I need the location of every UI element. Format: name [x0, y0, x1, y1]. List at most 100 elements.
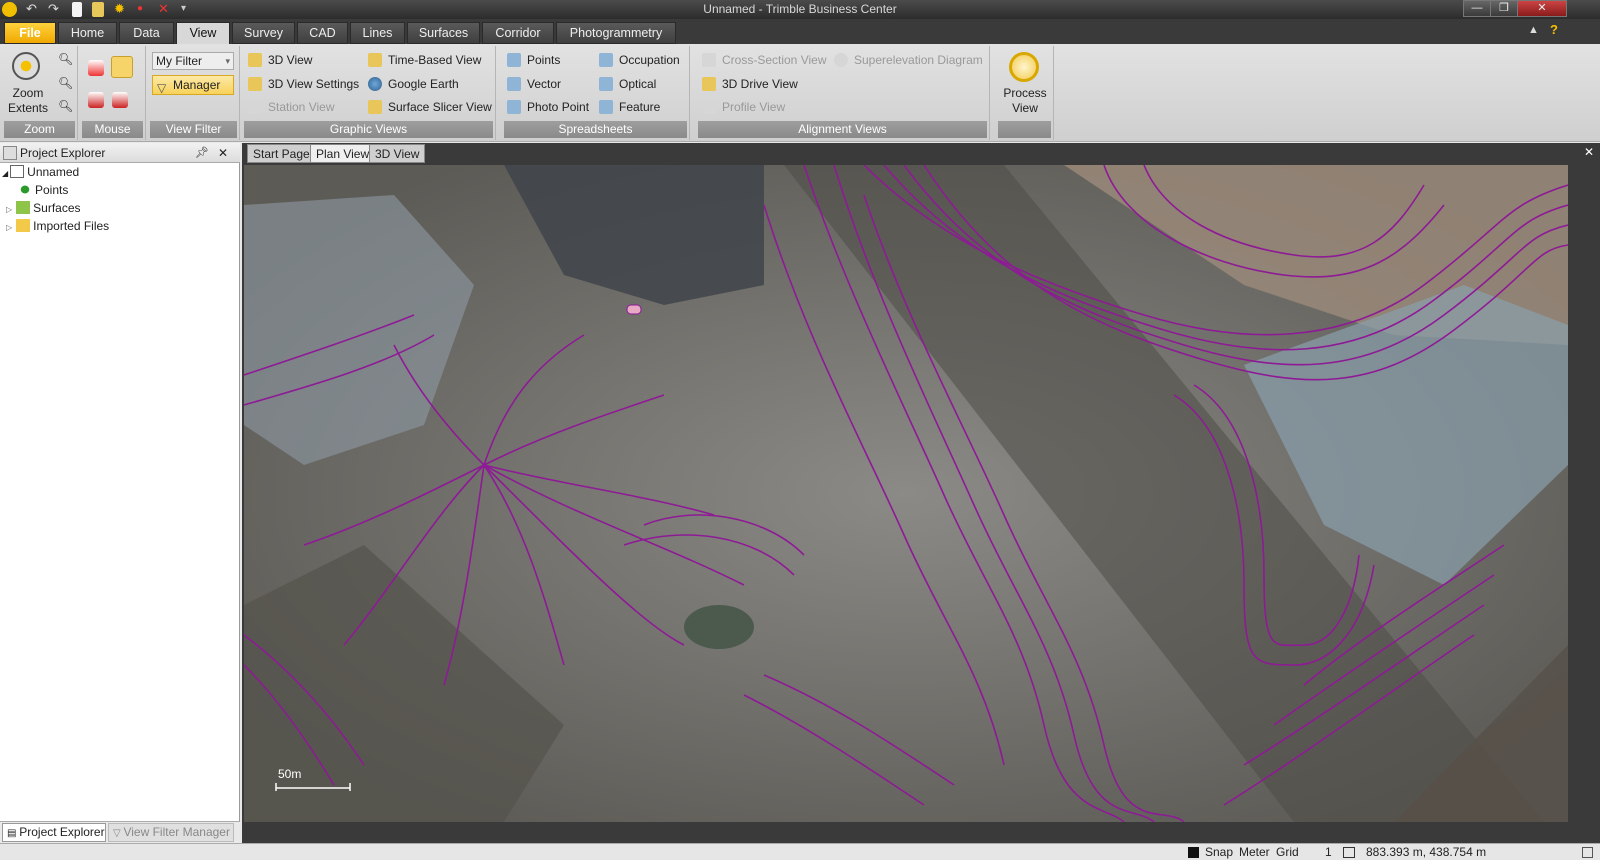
globe-icon [368, 77, 382, 91]
tree-label: Unnamed [27, 165, 80, 179]
superelevation-diagram-button[interactable]: Superelevation Diagram [834, 50, 983, 70]
project-explorer-header: Project Explorer 📌︎ ✕ [0, 143, 240, 163]
folder-icon [16, 219, 31, 232]
3d-settings-icon [248, 77, 262, 91]
coordinate-system-icon[interactable] [1343, 847, 1355, 858]
zoom-group-label: Zoom [4, 121, 75, 138]
project-explorer-icon [3, 146, 17, 160]
vector-spreadsheet-button[interactable]: Vector [507, 74, 561, 94]
project-explorer-title: Project Explorer [20, 146, 106, 160]
zoom-extents-button[interactable]: Zoom Extents [6, 86, 50, 116]
process-view-group: Process View [996, 46, 1054, 140]
tab-home[interactable]: Home [58, 22, 117, 44]
vehicle-marker [626, 304, 642, 315]
zoom-out-icon[interactable]: 🔍︎ [58, 76, 73, 90]
minimize-button[interactable]: — [1463, 0, 1491, 17]
view-filter-group: My Filter ▾ ▽ Manager View Filter [148, 46, 240, 140]
tab-3d-view[interactable]: 3D View [369, 144, 426, 163]
label: Profile View [722, 100, 786, 114]
photo-point-spreadsheet-button[interactable]: Photo Point [507, 97, 589, 117]
pan-mouse-icon[interactable] [111, 56, 133, 78]
spreadsheets-group-label: Spreadsheets [504, 121, 687, 138]
points-spreadsheet-button[interactable]: Points [507, 50, 560, 70]
pin-icon[interactable]: 📌︎ [195, 143, 209, 163]
process-view-icon[interactable] [1009, 52, 1039, 82]
document-area: Start Page Plan View 3D View ✕ 50m [242, 143, 1600, 843]
tab-data[interactable]: Data [119, 22, 174, 44]
feature-spreadsheet-button[interactable]: Feature [599, 97, 660, 117]
snap-toggle[interactable]: Snap [1205, 845, 1233, 860]
tree-label: Surfaces [33, 201, 81, 215]
collapse-triangle-icon[interactable]: ◢ [2, 169, 8, 178]
optical-spreadsheet-button[interactable]: Optical [599, 74, 656, 94]
label: Points [527, 53, 561, 67]
help-icon[interactable]: ? [1550, 22, 1558, 37]
select-mouse-icon[interactable] [88, 60, 104, 76]
expand-triangle-icon[interactable]: ▷ [6, 223, 12, 232]
tree-item-imported-files[interactable]: ▷ Imported Files [6, 217, 109, 235]
scale-label: 50m [278, 767, 301, 781]
3d-drive-view-button[interactable]: 3D Drive View [702, 74, 798, 94]
view-filter-manager-button[interactable]: ▽ Manager [152, 75, 234, 95]
tab-survey[interactable]: Survey [232, 22, 295, 44]
maximize-button[interactable]: ❐ [1490, 0, 1518, 17]
occupation-spreadsheet-button[interactable]: Occupation [599, 50, 680, 70]
explorer-bottom-tabs: ▤ Project Explorer ▽ View Filter Manager [0, 821, 240, 843]
ribbon-tab-row: File Home Data View Survey CAD Lines Sur… [0, 19, 1600, 44]
tab-file[interactable]: File [4, 22, 56, 44]
close-document-icon[interactable]: ✕ [1584, 145, 1594, 159]
zoom-extents-icon[interactable] [12, 52, 40, 80]
spreadsheet-icon [507, 77, 521, 91]
tab-plan-view[interactable]: Plan View [310, 144, 376, 163]
label: 3D Drive View [722, 77, 798, 91]
google-earth-button[interactable]: Google Earth [368, 74, 459, 94]
tab-view[interactable]: View [176, 22, 230, 44]
plan-view-map[interactable]: 50m [244, 165, 1568, 822]
snap-indicator-icon[interactable] [1188, 847, 1199, 858]
process-view-button[interactable]: Process View [998, 86, 1052, 116]
3d-view-settings-button[interactable]: 3D View Settings [248, 74, 359, 94]
zoom-window-icon[interactable]: 🔍︎ [58, 99, 73, 113]
cross-section-view-button[interactable]: Cross-Section View [702, 50, 826, 70]
drive-view-icon [702, 77, 716, 91]
close-button[interactable]: ✕ [1517, 0, 1567, 17]
expand-triangle-icon[interactable]: ▷ [6, 205, 12, 214]
tab-start-page[interactable]: Start Page [247, 144, 316, 163]
label: Optical [619, 77, 657, 91]
surface-slicer-view-button[interactable]: Surface Slicer View [368, 97, 492, 117]
close-panel-icon[interactable]: ✕ [218, 143, 228, 163]
view-filter-select[interactable]: My Filter ▾ [152, 52, 234, 70]
profile-view-button[interactable]: Profile View [702, 97, 785, 117]
spreadsheet-icon [599, 53, 613, 67]
zoom-in-icon[interactable]: 🔍︎ [58, 52, 73, 66]
profile-icon [702, 100, 716, 114]
tab-lines[interactable]: Lines [350, 22, 405, 44]
zoom-group: Zoom Extents 🔍︎ 🔍︎ 🔍︎ Zoom [2, 46, 78, 140]
process-view-group-label [998, 121, 1051, 138]
station-view-button[interactable]: Station View [248, 97, 335, 117]
tab-cad[interactable]: CAD [297, 22, 348, 44]
points-icon [18, 183, 32, 196]
tab-view-filter-manager[interactable]: ▽ View Filter Manager [108, 823, 234, 842]
3d-view-button[interactable]: 3D View [248, 50, 312, 70]
collapse-ribbon-icon[interactable]: ▲ [1528, 24, 1539, 36]
project-explorer-panel: Project Explorer 📌︎ ✕ ◢ Unnamed Points ▷ S… [0, 143, 240, 843]
resize-grip-icon[interactable] [1582, 847, 1593, 858]
orbit-mouse-icon[interactable] [88, 92, 104, 108]
tree-item-surfaces[interactable]: ▷ Surfaces [6, 199, 81, 217]
units-indicator[interactable]: Meter [1239, 845, 1270, 860]
zoom-mouse-icon[interactable] [112, 92, 128, 108]
grid-toggle[interactable]: Grid [1276, 845, 1299, 860]
tab-photogrammetry[interactable]: Photogrammetry [556, 22, 676, 44]
label: Occupation [619, 53, 680, 67]
superelevation-icon [834, 53, 848, 67]
spreadsheets-group: Points Vector Photo Point Occupation Opt… [502, 46, 690, 140]
tab-surfaces[interactable]: Surfaces [407, 22, 480, 44]
cross-section-icon [702, 53, 716, 67]
tab-project-explorer[interactable]: ▤ Project Explorer [2, 823, 106, 842]
tree-item-points[interactable]: Points [18, 181, 68, 199]
tab-corridor[interactable]: Corridor [482, 22, 554, 44]
tree-item-unnamed[interactable]: ◢ Unnamed [2, 163, 79, 181]
view-filter-selected: My Filter [156, 54, 202, 68]
time-based-view-button[interactable]: Time-Based View [368, 50, 481, 70]
